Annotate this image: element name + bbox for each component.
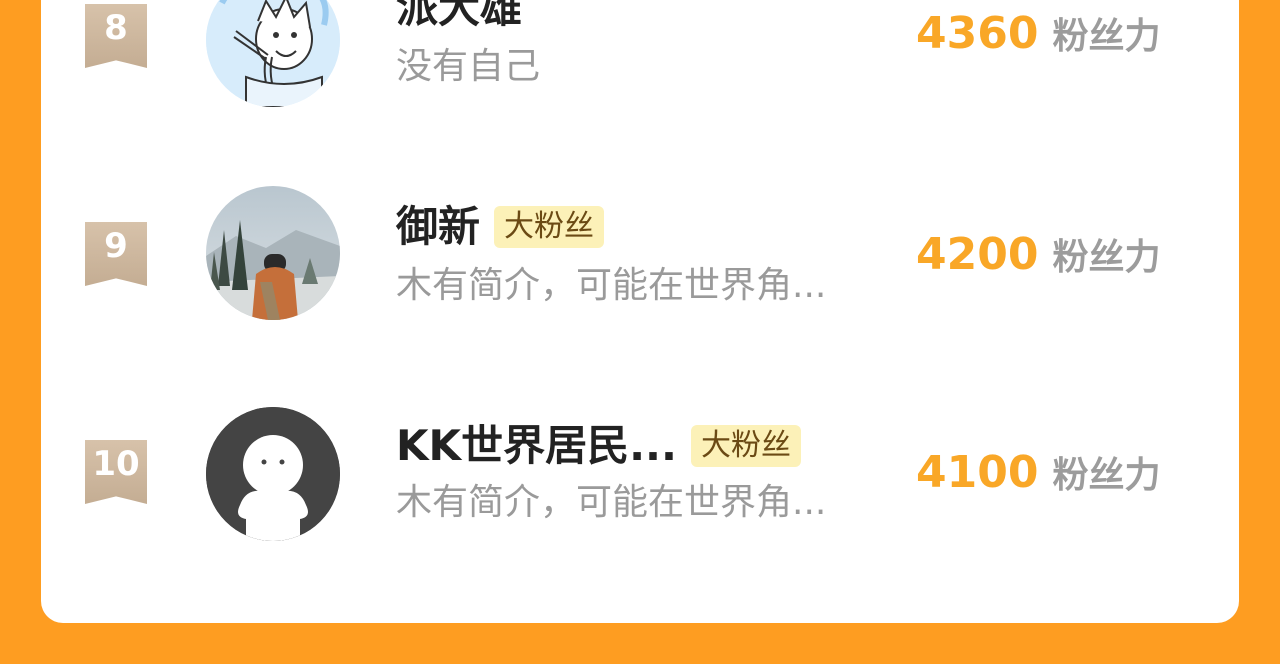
name-line: KK世界居民... 大粉丝 bbox=[396, 421, 801, 471]
rank-badge: 9 bbox=[85, 222, 147, 286]
rank-number: 9 bbox=[104, 226, 128, 266]
user-name[interactable]: 派大雄 bbox=[396, 0, 522, 33]
leaderboard-row[interactable]: 10 KK世界居民... 大粉丝 木有简介，可能在世界角... 4100 粉丝力 bbox=[0, 404, 1280, 544]
score-unit: 粉丝力 bbox=[1052, 455, 1161, 496]
name-line: 御新 大粉丝 bbox=[396, 202, 605, 252]
score-value: 4200 bbox=[916, 229, 1039, 280]
rank-number: 10 bbox=[92, 444, 140, 484]
user-bio: 没有自己 bbox=[396, 46, 541, 87]
user-bio: 木有简介，可能在世界角... bbox=[396, 482, 827, 523]
score: 4100 粉丝力 bbox=[916, 447, 1160, 502]
landscape-photo-avatar-icon[interactable] bbox=[206, 186, 340, 320]
fan-level-badge: 大粉丝 bbox=[690, 425, 801, 467]
score-value: 4360 bbox=[916, 8, 1039, 59]
rank-badge: 8 bbox=[85, 4, 147, 68]
leaderboard-row[interactable]: 8 派大雄 没有自己 4360 粉丝力 bbox=[0, 0, 1280, 110]
cartoon-avatar-icon[interactable] bbox=[206, 0, 340, 107]
user-bio: 木有简介，可能在世界角... bbox=[396, 265, 827, 306]
leaderboard-row[interactable]: 9 御新 大粉丝 木有简介，可能在世界角... 4200 粉丝力 bbox=[0, 186, 1280, 326]
default-avatar-icon[interactable] bbox=[206, 407, 340, 541]
user-name[interactable]: 御新 bbox=[396, 202, 480, 252]
user-name[interactable]: KK世界居民... bbox=[396, 421, 677, 471]
fan-level-badge: 大粉丝 bbox=[494, 206, 605, 248]
score-value: 4100 bbox=[916, 447, 1039, 498]
rank-number: 8 bbox=[104, 8, 128, 48]
score: 4360 粉丝力 bbox=[916, 8, 1160, 63]
score: 4200 粉丝力 bbox=[916, 229, 1160, 284]
name-line: 派大雄 bbox=[396, 0, 522, 33]
rank-badge: 10 bbox=[85, 440, 147, 504]
score-unit: 粉丝力 bbox=[1052, 237, 1161, 278]
score-unit: 粉丝力 bbox=[1052, 16, 1161, 57]
